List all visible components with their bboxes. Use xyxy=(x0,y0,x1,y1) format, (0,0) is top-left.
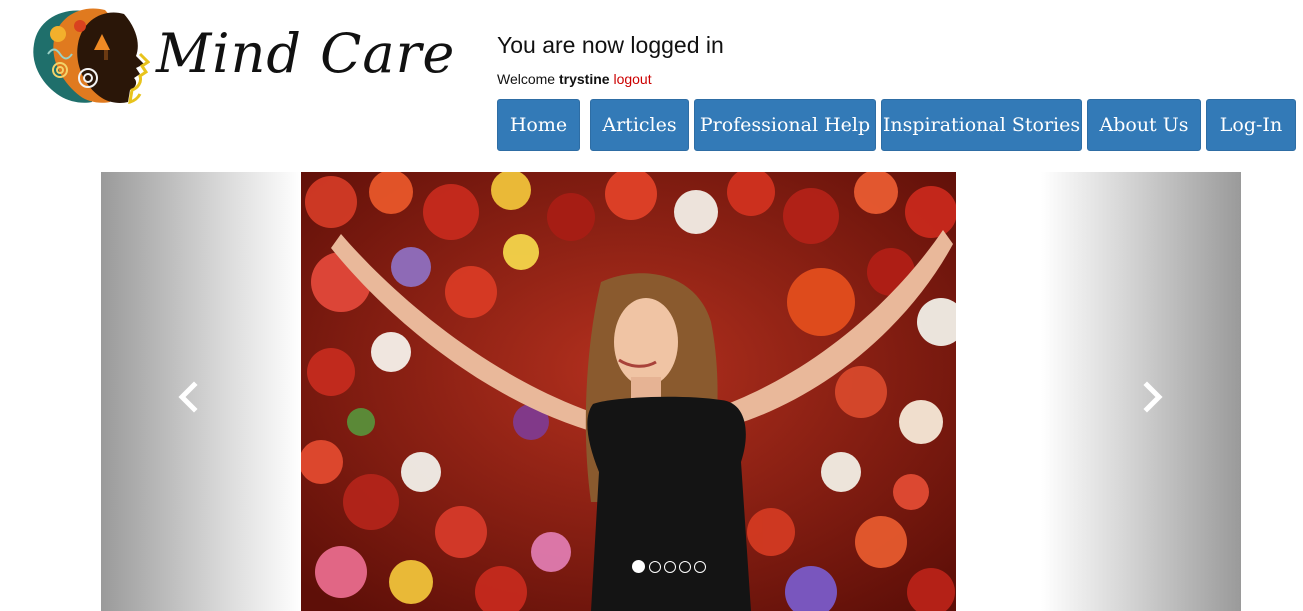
chevron-left-icon xyxy=(178,381,198,413)
nav-home-button[interactable]: Home xyxy=(497,99,580,151)
carousel-indicator-5[interactable] xyxy=(694,561,706,573)
nav-professional-help-button[interactable]: Professional Help xyxy=(694,99,876,151)
welcome-prefix: Welcome xyxy=(497,71,556,87)
site-logo[interactable]: Mind Care xyxy=(30,4,470,108)
nav-inspirational-stories-button[interactable]: Inspirational Stories xyxy=(881,99,1082,151)
username: trystine xyxy=(558,71,610,87)
carousel-indicator-1[interactable] xyxy=(632,560,645,573)
chevron-right-icon xyxy=(1143,381,1163,413)
slide-photo xyxy=(301,172,956,611)
login-status-title: You are now logged in xyxy=(497,32,724,58)
carousel-indicator-3[interactable] xyxy=(664,561,676,573)
nav-articles-button[interactable]: Articles xyxy=(590,99,689,151)
nav-login-button[interactable]: Log-In xyxy=(1206,99,1296,151)
brand-name: Mind Care xyxy=(156,22,456,85)
logout-link[interactable]: logout xyxy=(613,71,651,87)
carousel-next-control[interactable] xyxy=(1137,377,1167,417)
heads-silhouette-icon xyxy=(33,8,150,105)
page: Mind Care You are now logged in Welcome … xyxy=(0,0,1303,611)
image-carousel xyxy=(101,172,1241,611)
carousel-indicator-2[interactable] xyxy=(649,561,661,573)
carousel-indicator-4[interactable] xyxy=(679,561,691,573)
nav-about-us-button[interactable]: About Us xyxy=(1087,99,1201,151)
welcome-line: Welcome trystine logout xyxy=(497,71,652,87)
carousel-slide-image xyxy=(301,172,956,611)
carousel-prev-control[interactable] xyxy=(174,377,204,417)
